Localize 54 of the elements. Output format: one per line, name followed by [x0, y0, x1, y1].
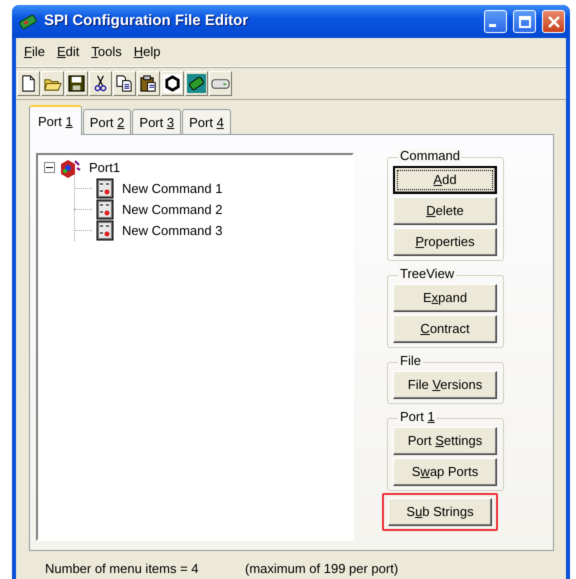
- group-label: Port 1: [398, 410, 437, 424]
- menu-item[interactable]: File: [20, 41, 53, 62]
- collapse-toggle[interactable]: [44, 162, 55, 173]
- toolbar-button[interactable]: [89, 70, 112, 96]
- tab[interactable]: Port 3: [132, 108, 182, 134]
- menu-item[interactable]: Edit: [52, 41, 88, 62]
- command-icon: [95, 220, 115, 241]
- toolbar-button[interactable]: [161, 70, 184, 96]
- push-button[interactable]: Sub Strings: [388, 498, 492, 526]
- toolbar-button[interactable]: [113, 70, 136, 96]
- tree-node[interactable]: Port1: [89, 158, 120, 178]
- save-icon: [67, 74, 86, 92]
- window-title: SPI Configuration File Editor: [44, 11, 250, 32]
- close-icon: [548, 16, 560, 28]
- minimize-button[interactable]: [484, 10, 507, 33]
- push-button[interactable]: Contract: [393, 315, 497, 343]
- close-button[interactable]: [542, 10, 565, 33]
- push-button[interactable]: Properties: [393, 228, 497, 256]
- command-icon: [95, 178, 115, 199]
- hexagon-icon: [163, 74, 182, 92]
- tree-item[interactable]: New Command 1: [122, 178, 222, 198]
- group-label: File: [398, 354, 423, 368]
- group-label: TreeView: [398, 267, 456, 281]
- paste-icon: [139, 74, 158, 92]
- toolbar-button[interactable]: [209, 70, 232, 96]
- push-button[interactable]: Swap Ports: [393, 458, 497, 486]
- tab[interactable]: Port 4: [182, 108, 231, 134]
- minus-icon: [46, 164, 53, 171]
- circuit-board-icon: [187, 74, 206, 92]
- toolbar-button[interactable]: [41, 70, 64, 96]
- push-button[interactable]: Expand: [393, 284, 497, 312]
- minimize-icon: [489, 24, 496, 27]
- push-button[interactable]: Delete: [393, 197, 497, 225]
- copy-icon: [115, 74, 134, 92]
- toolbar-button[interactable]: [17, 70, 40, 96]
- status-text: Number of menu items = 4: [45, 560, 200, 578]
- toolbar-button[interactable]: [185, 70, 208, 96]
- tree-item[interactable]: New Command 2: [122, 200, 222, 220]
- group-label: Command: [398, 149, 462, 163]
- tab[interactable]: Port 1: [29, 104, 82, 135]
- maximize-icon: [518, 16, 530, 28]
- status-text: (maximum of 199 per port): [245, 560, 398, 578]
- push-button[interactable]: Port Settings: [393, 427, 497, 455]
- toolbar-button[interactable]: [137, 70, 160, 96]
- tab[interactable]: Port 2: [82, 108, 132, 134]
- menu-item[interactable]: Help: [130, 41, 168, 62]
- maximize-button[interactable]: [513, 10, 536, 33]
- tree-item[interactable]: New Command 3: [122, 220, 222, 240]
- menu-item[interactable]: Tools: [87, 41, 130, 62]
- toolbar-button[interactable]: [65, 70, 88, 96]
- push-button[interactable]: Add: [393, 166, 497, 194]
- push-button[interactable]: File Versions: [393, 371, 497, 399]
- cube-icon: [58, 158, 82, 178]
- command-icon: [95, 199, 115, 220]
